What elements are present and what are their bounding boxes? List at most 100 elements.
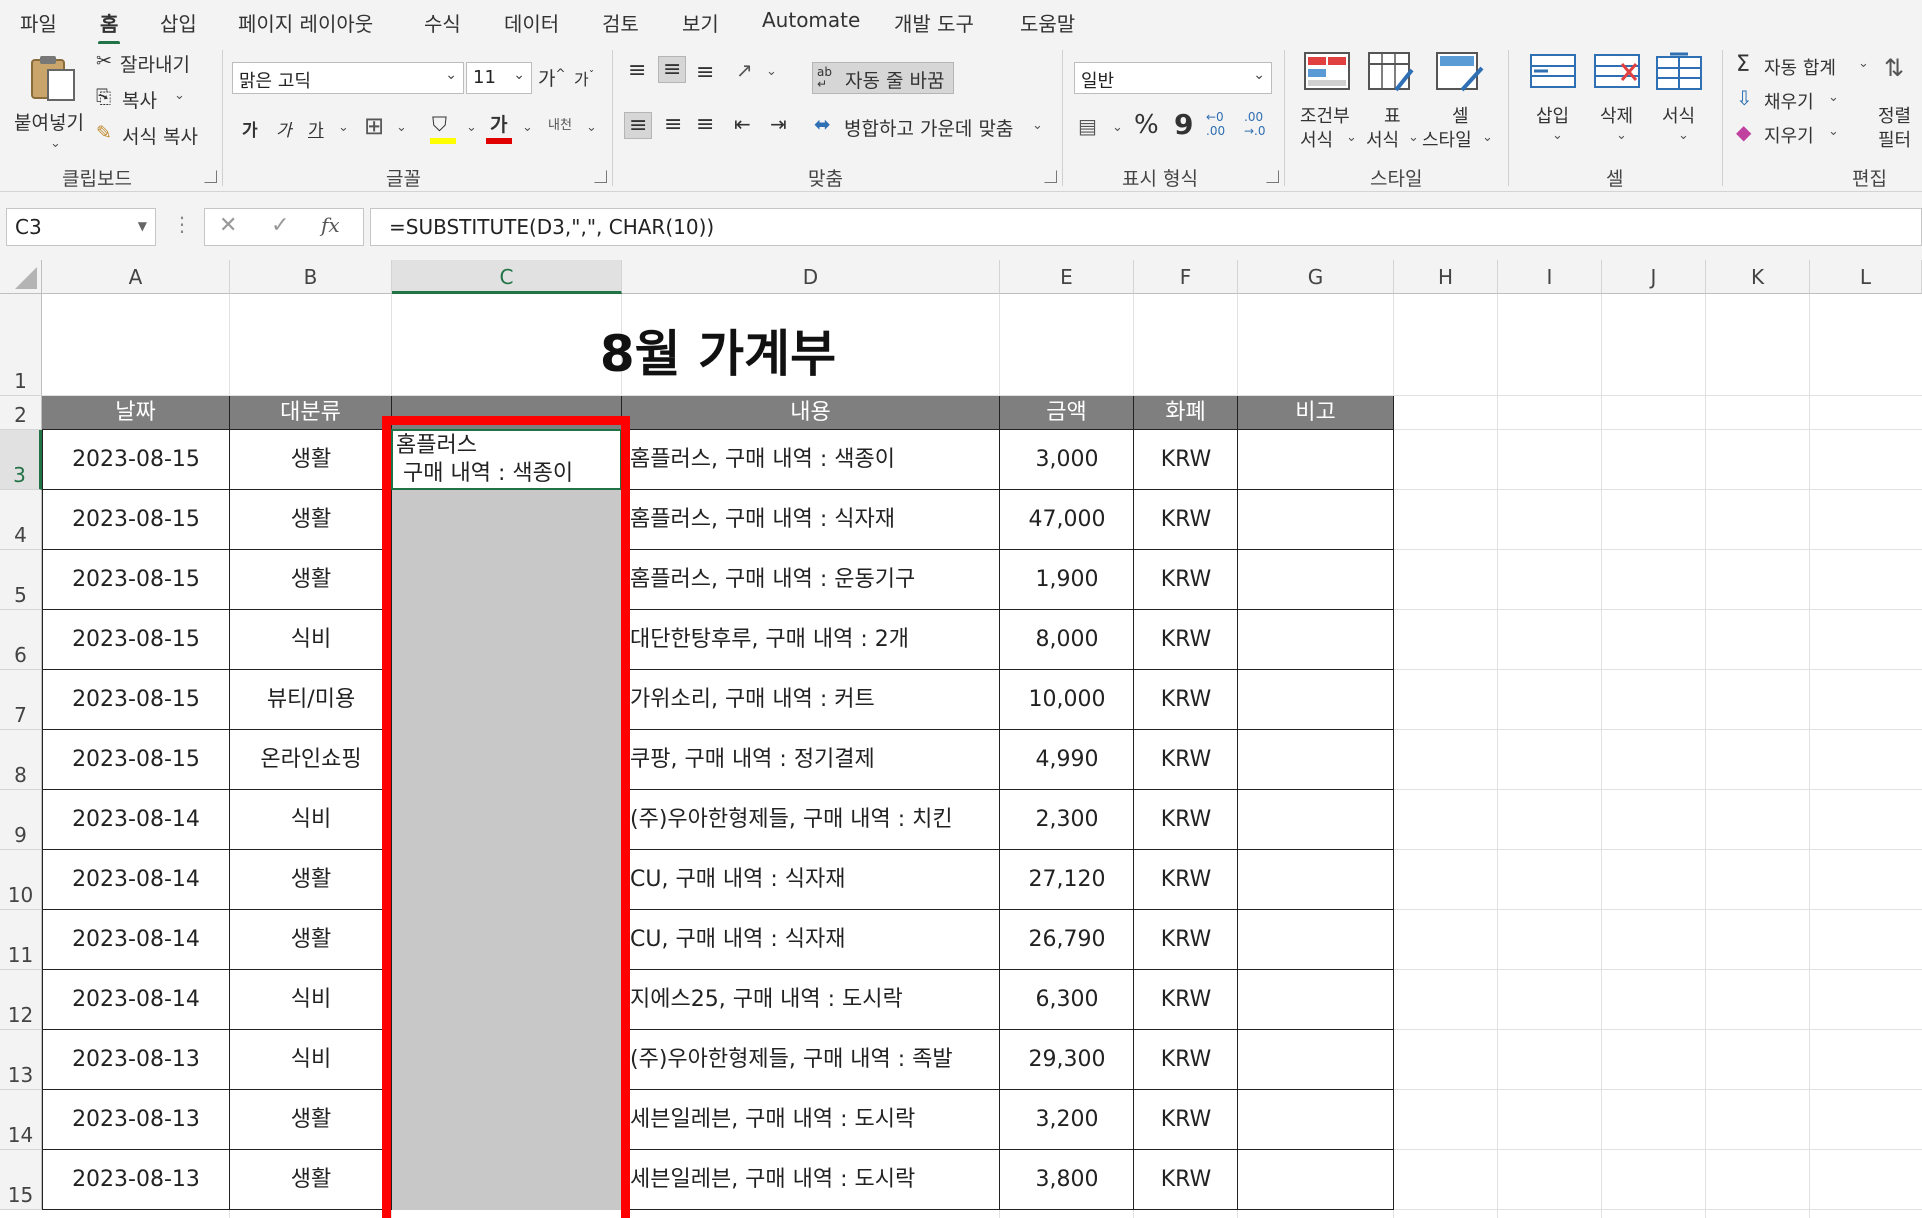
cell-d6[interactable]: 대단한탕후루, 구매 내역 : 2개 <box>630 625 1000 655</box>
cell-a6[interactable]: 2023-08-15 <box>42 625 230 655</box>
insert-function-icon[interactable]: fx <box>321 213 340 237</box>
cell-a4[interactable]: 2023-08-15 <box>42 505 230 535</box>
cell-b15[interactable]: 생활 <box>230 1165 392 1195</box>
tab-data[interactable]: 데이터 <box>504 8 559 37</box>
cell-f5[interactable]: KRW <box>1134 565 1238 595</box>
column-header-b[interactable]: B <box>230 260 392 294</box>
confirm-icon[interactable]: ✓ <box>271 213 289 238</box>
column-header-e[interactable]: E <box>1000 260 1134 294</box>
cell-b6[interactable]: 식비 <box>230 625 392 655</box>
row-header-7[interactable]: 7 <box>0 670 42 730</box>
row-header-11[interactable]: 11 <box>0 910 42 970</box>
fill-button[interactable]: ⇩ 채우기 ⌄ <box>1736 86 1846 116</box>
cell-d14[interactable]: 세븐일레븐, 구매 내역 : 도시락 <box>630 1105 1000 1135</box>
more-options-icon[interactable]: ⋮ <box>172 212 192 236</box>
row-header-5[interactable]: 5 <box>0 550 42 610</box>
column-header-c[interactable]: C <box>392 260 622 294</box>
cell-d4[interactable]: 홈플러스, 구매 내역 : 식자재 <box>630 505 1000 535</box>
clear-button[interactable]: ◆ 지우기 ⌄ <box>1736 120 1846 150</box>
decrease-indent-icon[interactable]: ⇤ <box>734 112 751 136</box>
cell-a15[interactable]: 2023-08-13 <box>42 1165 230 1195</box>
row-header-15[interactable]: 15 <box>0 1150 42 1210</box>
format-cells-button[interactable]: 서식 ⌄ <box>1652 52 1710 160</box>
tab-automate[interactable]: Automate <box>762 8 860 32</box>
cell-a3[interactable]: 2023-08-15 <box>42 445 230 475</box>
cell-d7[interactable]: 가위소리, 구매 내역 : 커트 <box>630 685 1000 715</box>
row-header-10[interactable]: 10 <box>0 850 42 910</box>
comma-style-button[interactable]: 9 <box>1174 108 1193 141</box>
cell-d12[interactable]: 지에스25, 구매 내역 : 도시락 <box>630 985 1000 1015</box>
cell-a13[interactable]: 2023-08-13 <box>42 1045 230 1075</box>
number-format-select[interactable]: 일반 ⌄ <box>1074 62 1272 94</box>
dialog-launcher-icon[interactable] <box>594 170 607 183</box>
cell-styles-button[interactable]: 셀 스타일 ⌄ <box>1422 52 1498 160</box>
cell-a7[interactable]: 2023-08-15 <box>42 685 230 715</box>
column-header-g[interactable]: G <box>1238 260 1394 294</box>
cancel-icon[interactable]: ✕ <box>219 213 237 238</box>
font-color-button[interactable]: 가 <box>484 110 518 146</box>
cell-d8[interactable]: 쿠팡, 구매 내역 : 정기결제 <box>630 745 1000 775</box>
cell-b5[interactable]: 생활 <box>230 565 392 595</box>
cell-f8[interactable]: KRW <box>1134 745 1238 775</box>
cell-b9[interactable]: 식비 <box>230 805 392 835</box>
header-cell-f[interactable]: 화폐 <box>1134 396 1238 430</box>
currency-icon[interactable]: ▤ <box>1078 114 1097 138</box>
cell-b13[interactable]: 식비 <box>230 1045 392 1075</box>
cell-a11[interactable]: 2023-08-14 <box>42 925 230 955</box>
cell-a10[interactable]: 2023-08-14 <box>42 865 230 895</box>
cell-e5[interactable]: 1,900 <box>1000 565 1134 595</box>
cell-e6[interactable]: 8,000 <box>1000 625 1134 655</box>
cell-a12[interactable]: 2023-08-14 <box>42 985 230 1015</box>
cell-e10[interactable]: 27,120 <box>1000 865 1134 895</box>
underline-button[interactable]: 가 <box>308 116 324 141</box>
cell-e3[interactable]: 3,000 <box>1000 445 1134 475</box>
cell-d11[interactable]: CU, 구매 내역 : 식자재 <box>630 925 1000 955</box>
bold-button[interactable]: 가 <box>242 116 258 141</box>
cell-b12[interactable]: 식비 <box>230 985 392 1015</box>
cell-b14[interactable]: 생활 <box>230 1105 392 1135</box>
increase-indent-icon[interactable]: ⇥ <box>770 112 787 136</box>
header-cell-a[interactable]: 날짜 <box>42 396 230 430</box>
tab-home[interactable]: 홈 <box>97 8 121 45</box>
align-left-icon[interactable]: ≡ <box>624 112 653 139</box>
grow-font-button[interactable]: 가^ <box>538 64 566 91</box>
chevron-down-icon[interactable]: ⌄ <box>396 120 407 135</box>
cell-d3[interactable]: 홈플러스, 구매 내역 : 색종이 <box>630 445 1000 475</box>
cell-d15[interactable]: 세븐일레븐, 구매 내역 : 도시락 <box>630 1165 1000 1195</box>
cell-f10[interactable]: KRW <box>1134 865 1238 895</box>
align-center-icon[interactable]: ≡ <box>664 112 682 137</box>
fill-color-button[interactable]: ⛉ <box>428 112 462 146</box>
cell-f14[interactable]: KRW <box>1134 1105 1238 1135</box>
chevron-down-icon[interactable]: ⌄ <box>586 120 597 135</box>
row-header-1[interactable]: 1 <box>0 294 42 396</box>
row-header-9[interactable]: 9 <box>0 790 42 850</box>
cell-a5[interactable]: 2023-08-15 <box>42 565 230 595</box>
column-header-i[interactable]: I <box>1498 260 1602 294</box>
cell-d9[interactable]: (주)우아한형제들, 구매 내역 : 치킨 <box>630 805 1000 835</box>
conditional-formatting-button[interactable]: 조건부 서식 ⌄ <box>1296 52 1360 160</box>
cell-d5[interactable]: 홈플러스, 구매 내역 : 운동기구 <box>630 565 1000 595</box>
cell-a8[interactable]: 2023-08-15 <box>42 745 230 775</box>
cell-e7[interactable]: 10,000 <box>1000 685 1134 715</box>
cell-a9[interactable]: 2023-08-14 <box>42 805 230 835</box>
tab-view[interactable]: 보기 <box>682 8 719 37</box>
merge-center-button[interactable]: ⬌ 병합하고 가운데 맞춤 ⌄ <box>814 112 1044 144</box>
row-header-12[interactable]: 12 <box>0 970 42 1030</box>
font-size-select[interactable]: 11 ⌄ <box>466 62 532 94</box>
row-header-3[interactable]: 3 <box>0 430 42 490</box>
cut-button[interactable]: ✂ 잘라내기 <box>96 50 206 80</box>
column-header-d[interactable]: D <box>622 260 1000 294</box>
tab-formulas[interactable]: 수식 <box>424 8 461 37</box>
cell-e4[interactable]: 47,000 <box>1000 505 1134 535</box>
cell-e9[interactable]: 2,300 <box>1000 805 1134 835</box>
cell-e12[interactable]: 6,300 <box>1000 985 1134 1015</box>
cell-f9[interactable]: KRW <box>1134 805 1238 835</box>
cell-b7[interactable]: 뷰티/미용 <box>230 685 392 715</box>
cell-d10[interactable]: CU, 구매 내역 : 식자재 <box>630 865 1000 895</box>
borders-icon[interactable]: ⊞ <box>364 112 384 140</box>
autosum-button[interactable]: Σ 자동 합계 ⌄ <box>1736 52 1876 82</box>
tab-review[interactable]: 검토 <box>602 8 639 37</box>
sort-filter-button[interactable]: ⇅ 정렬 필터 <box>1874 52 1922 160</box>
cell-e15[interactable]: 3,800 <box>1000 1165 1134 1195</box>
tab-developer[interactable]: 개발 도구 <box>894 8 974 37</box>
